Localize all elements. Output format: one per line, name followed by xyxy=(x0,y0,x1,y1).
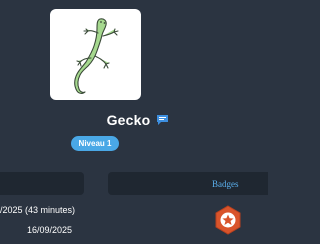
username-row: Gecko xyxy=(0,111,256,129)
gecko-icon xyxy=(74,18,119,94)
username: Gecko xyxy=(106,112,151,128)
tab-info[interactable] xyxy=(0,172,84,195)
avatar[interactable] xyxy=(50,9,141,100)
playtime-text: /2025 (43 minutes) xyxy=(0,205,76,215)
tab-badges-label: Badges xyxy=(212,178,239,189)
chat-bubble-icon[interactable] xyxy=(156,114,169,126)
level-badge: Niveau 1 xyxy=(71,136,119,151)
tab-badges[interactable]: Badges xyxy=(108,172,268,195)
star-badge-icon[interactable] xyxy=(213,205,243,235)
date-text: 16/09/2025 xyxy=(27,225,73,235)
